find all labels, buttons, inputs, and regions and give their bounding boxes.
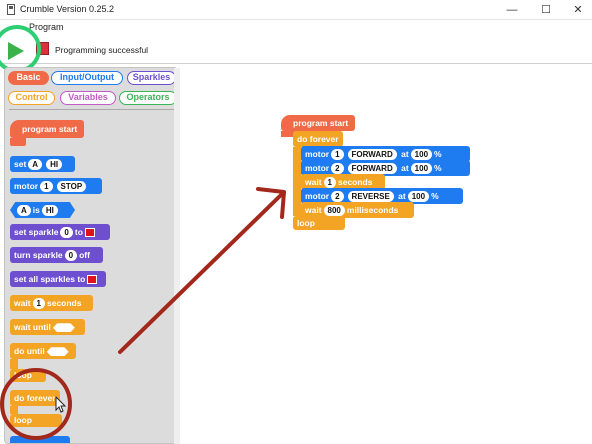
annotation-overlay (0, 187, 286, 440)
mouse-cursor-icon (55, 395, 67, 413)
annotation-arrow (118, 192, 284, 354)
